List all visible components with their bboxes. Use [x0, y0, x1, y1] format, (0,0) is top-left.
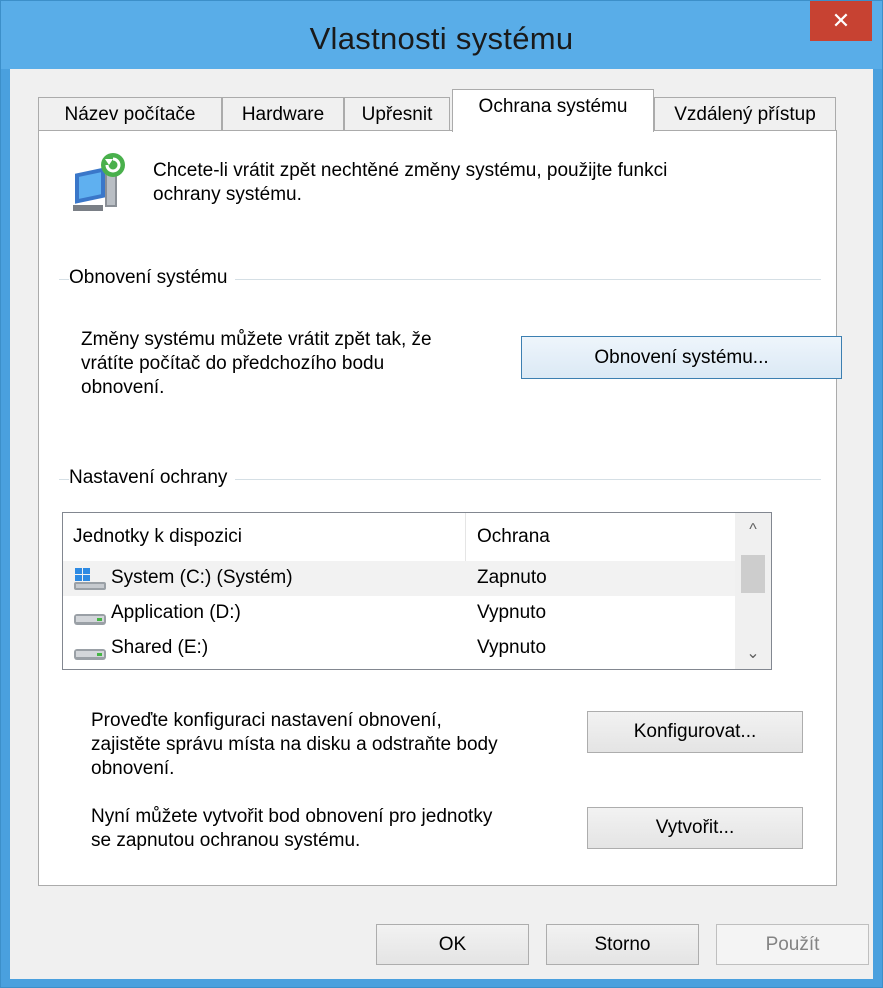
- drive-row-c[interactable]: System (C:) (Systém) Zapnuto: [63, 561, 735, 596]
- restore-desc-line2: vrátíte počítač do předchozího bodu: [81, 353, 385, 374]
- drive-name: Application (D:): [111, 602, 241, 623]
- drives-list-header: Jednotky k dispozici Ochrana: [63, 513, 735, 561]
- window-title: Vlastnosti systému: [309, 21, 574, 56]
- drive-protection-status: Vypnuto: [477, 637, 547, 658]
- tab-advanced[interactable]: Upřesnit: [344, 97, 450, 131]
- system-properties-window: Vlastnosti systému ✕ Název počítače Hard…: [0, 0, 883, 988]
- drive-protection-status: Vypnuto: [477, 602, 547, 623]
- tab-hardware[interactable]: Hardware: [222, 97, 344, 131]
- intro-text-line1: Chcete-li vrátit zpět nechtěné změny sys…: [153, 160, 668, 181]
- create-desc-line1: Nyní můžete vytvořit bod obnovení pro je…: [91, 806, 493, 827]
- column-header-drives[interactable]: Jednotky k dispozici: [73, 526, 242, 548]
- system-restore-button[interactable]: Obnovení systému...: [521, 336, 842, 379]
- restore-group-label: Obnovení systému: [69, 267, 236, 289]
- drive-protection-status: Zapnuto: [477, 567, 547, 588]
- configure-desc-line1: Proveďte konfiguraci nastavení obnovení,: [91, 710, 442, 731]
- drives-list[interactable]: Jednotky k dispozici Ochrana System (C:)…: [62, 512, 772, 670]
- ok-button[interactable]: OK: [376, 924, 529, 965]
- column-header-protection[interactable]: Ochrana: [477, 526, 550, 548]
- tab-computer-name[interactable]: Název počítače: [38, 97, 222, 131]
- drive-row-e[interactable]: Shared (E:) Vypnuto: [63, 631, 735, 666]
- drives-list-scrollbar[interactable]: ^ ⌄: [735, 513, 771, 669]
- hard-drive-icon: [73, 602, 107, 626]
- title-bar[interactable]: Vlastnosti systému ✕: [1, 1, 882, 69]
- cancel-button[interactable]: Storno: [546, 924, 699, 965]
- restore-desc-line1: Změny systému můžete vrátit zpět tak, že: [81, 329, 432, 350]
- tab-system-protection[interactable]: Ochrana systému: [452, 89, 654, 132]
- protection-group-label: Nastavení ochrany: [69, 467, 236, 489]
- windows-drive-icon: [73, 567, 107, 591]
- close-icon: ✕: [831, 8, 851, 33]
- drive-name: System (C:) (Systém): [111, 567, 293, 588]
- configure-desc-line3: obnovení.: [91, 758, 175, 779]
- close-button[interactable]: ✕: [810, 1, 872, 41]
- configure-desc-line2: zajistěte správu místa na disku a odstra…: [91, 734, 498, 755]
- create-desc-line2: se zapnutou ochranou systému.: [91, 830, 361, 851]
- dialog-client-area: Název počítače Hardware Upřesnit Ochrana…: [10, 69, 873, 979]
- tab-remote-access[interactable]: Vzdálený přístup: [654, 97, 836, 131]
- intro-text-line2: ochrany systému.: [153, 184, 302, 205]
- drive-name: Shared (E:): [111, 637, 209, 658]
- create-button[interactable]: Vytvořit...: [587, 807, 803, 849]
- scroll-down-arrow-icon[interactable]: ⌄: [735, 639, 771, 669]
- restore-desc-line3: obnovení.: [81, 377, 165, 398]
- scroll-thumb[interactable]: [741, 555, 765, 593]
- column-separator[interactable]: [465, 513, 466, 561]
- drive-row-d[interactable]: Application (D:) Vypnuto: [63, 596, 735, 631]
- scroll-up-arrow-icon[interactable]: ^: [735, 515, 771, 545]
- system-protection-icon: [69, 151, 133, 215]
- hard-drive-icon: [73, 637, 107, 661]
- configure-button[interactable]: Konfigurovat...: [587, 711, 803, 753]
- apply-button[interactable]: Použít: [716, 924, 869, 965]
